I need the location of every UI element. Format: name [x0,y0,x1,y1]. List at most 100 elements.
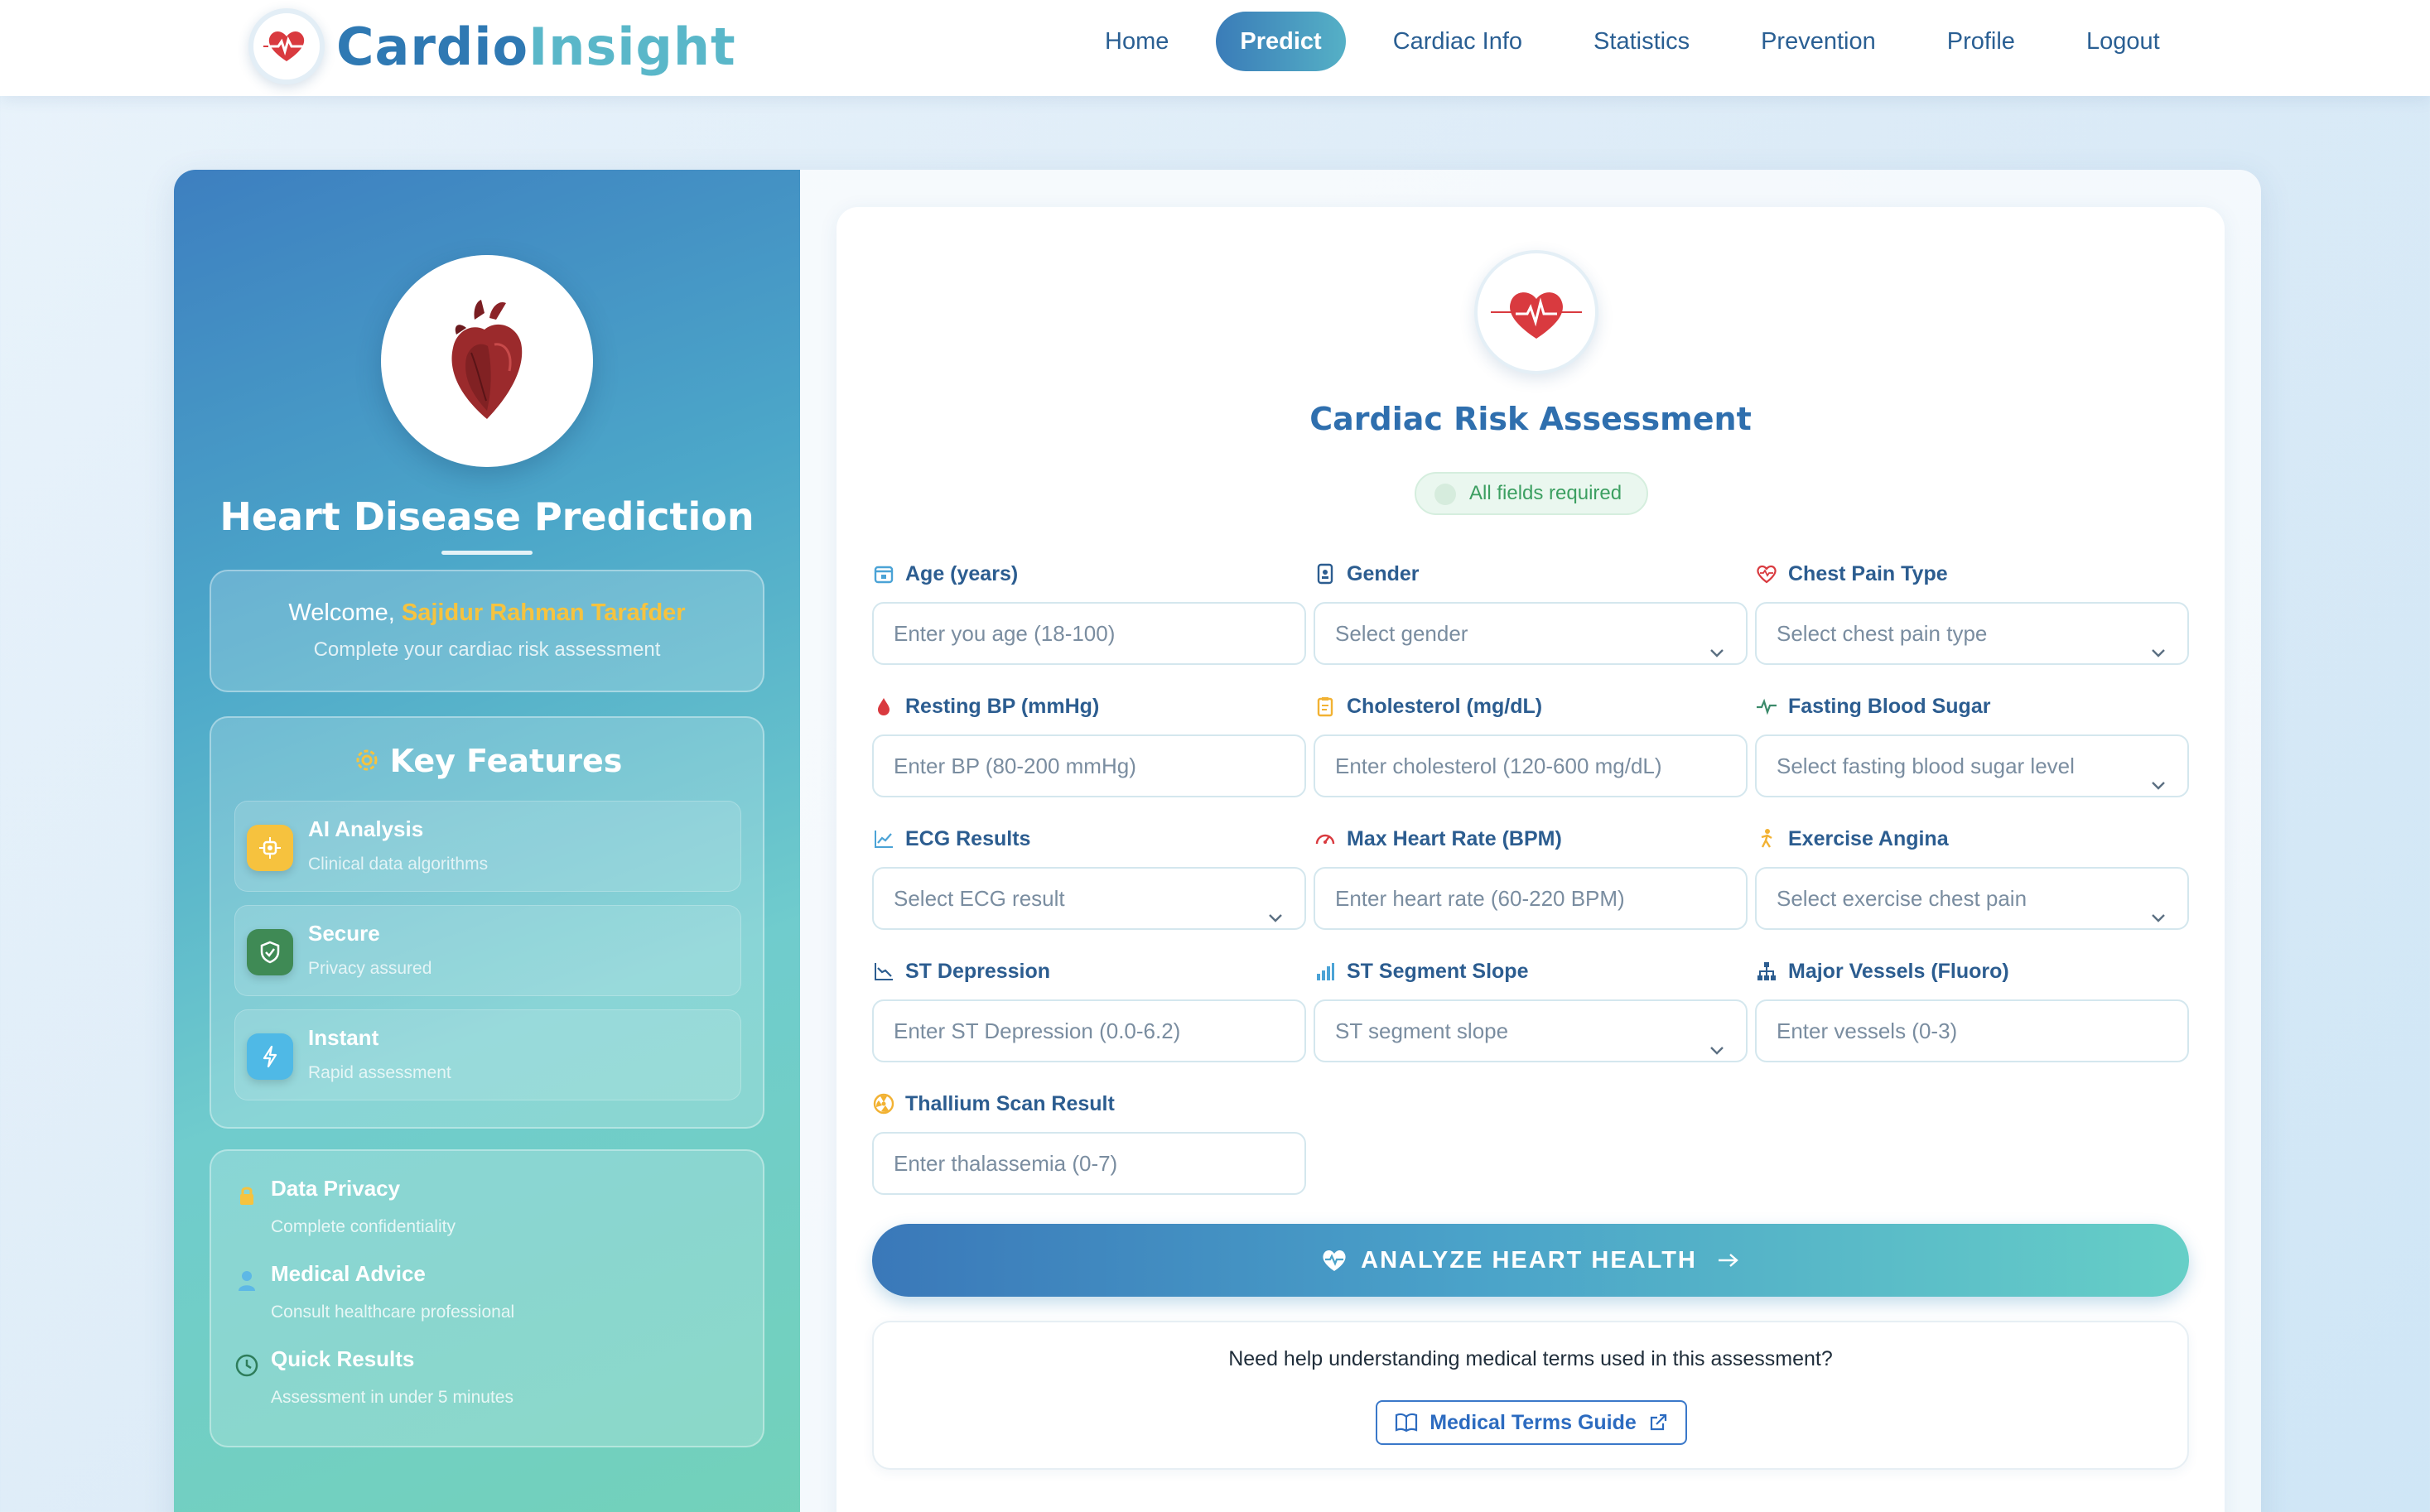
feature-subtitle: Clinical data algorithms [308,855,489,874]
pulse-line-icon [1755,695,1778,718]
field-major-vessels: Major Vessels (Fluoro) Enter vessels (0-… [1755,955,2189,1062]
welcome-line: Welcome, Sajidur Rahman Tarafder [211,600,763,627]
help-box: Need help understanding medical terms us… [872,1321,2189,1470]
nav-home[interactable]: Home [1081,12,1193,71]
chest-pain-select[interactable]: Select chest pain type [1755,602,2189,665]
sidebar-panel: Heart Disease Prediction Welcome, Sajidu… [174,170,800,1512]
feature-title: Secure [308,921,380,946]
field-label: Age (years) [905,561,1019,585]
heart-pulse-icon [1755,562,1778,585]
main-card: Heart Disease Prediction Welcome, Sajidu… [174,170,2261,1512]
nav-statistics[interactable]: Statistics [1569,12,1714,71]
external-link-icon [1648,1413,1668,1433]
cholesterol-input[interactable]: Enter cholesterol (120-600 mg/dL) [1314,734,1748,797]
field-label: ECG Results [905,826,1031,850]
chevron-down-icon [1266,890,1285,928]
title-underline [441,551,533,555]
feature-secure: Secure Privacy assured [234,905,741,996]
book-icon [1395,1413,1418,1433]
field-st-slope: ST Segment Slope ST segment slope [1314,955,1748,1062]
field-fasting-blood-sugar: Fasting Blood Sugar Select fasting blood… [1755,690,2189,797]
nav-cardiac-info[interactable]: Cardiac Info [1369,12,1546,71]
sidebar-title: Heart Disease Prediction [219,494,755,539]
form-title: Cardiac Risk Assessment [1309,401,1752,437]
feature-ai-analysis: AI Analysis Clinical data algorithms [234,801,741,892]
field-max-heart-rate: Max Heart Rate (BPM) Enter heart rate (6… [1314,822,1748,930]
field-cholesterol: Cholesterol (mg/dL) Enter cholesterol (1… [1314,690,1748,797]
field-label: Major Vessels (Fluoro) [1788,959,2009,983]
field-age: Age (years) Enter you age (18-100) [872,557,1306,665]
brand[interactable]: CardioInsight [248,5,736,88]
arrow-right-icon [1717,1251,1740,1269]
field-label: Fasting Blood Sugar [1788,694,1991,718]
welcome-subtitle: Complete your cardiac risk assessment [313,638,661,661]
help-text: Need help understanding medical terms us… [1228,1347,1833,1370]
gender-select[interactable]: Select gender [1314,602,1748,665]
nav-profile[interactable]: Profile [1923,12,2039,71]
field-gender: Gender Select gender [1314,557,1748,665]
welcome-prefix: Welcome, [288,600,395,626]
key-features-card: Key Features AI Analysis Clinical data a… [210,716,764,1129]
doctor-icon [234,1268,259,1293]
field-resting-bp: Resting BP (mmHg) Enter BP (80-200 mmHg) [872,690,1306,797]
nav-links: Home Predict Cardiac Info Statistics Pre… [1081,12,2207,71]
fasting-blood-sugar-select[interactable]: Select fasting blood sugar level [1755,734,2189,797]
field-label: Resting BP (mmHg) [905,694,1100,718]
welcome-card: Welcome, Sajidur Rahman Tarafder Complet… [210,570,764,692]
key-features-heading: Key Features [211,743,763,782]
field-chest-pain: Chest Pain Type Select chest pain type [1755,557,2189,665]
thallium-input[interactable]: Enter thalassemia (0-7) [872,1132,1306,1195]
feature-title: Instant [308,1025,379,1050]
field-label: Thallium Scan Result [905,1091,1115,1115]
nav-logout[interactable]: Logout [2062,12,2184,71]
field-thallium: Thallium Scan Result Enter thalassemia (… [872,1087,1306,1195]
running-icon [1755,827,1778,850]
st-slope-select[interactable]: ST segment slope [1314,999,1748,1062]
field-label: Gender [1347,561,1420,585]
required-badge: All fields required [1415,472,1648,515]
field-st-depression: ST Depression Enter ST Depression (0.0-6… [872,955,1306,1062]
nav-predict[interactable]: Predict [1216,12,1346,71]
anatomical-heart-image [381,255,593,467]
field-label: Chest Pain Type [1788,561,1948,585]
field-label: ST Segment Slope [1347,959,1529,983]
field-label: ST Depression [905,959,1051,983]
bar-chart-icon [1314,960,1337,983]
chart-line-icon [872,827,895,850]
status-dot-icon [1434,484,1456,505]
gauge-icon [1314,827,1337,850]
heart-pulse-icon [248,8,325,84]
chevron-down-icon [2149,758,2167,796]
clock-icon [234,1353,259,1378]
gear-icon [352,745,382,782]
ecg-select[interactable]: Select ECG result [872,867,1306,930]
heart-pulse-icon [1321,1248,1348,1273]
resting-bp-input[interactable]: Enter BP (80-200 mmHg) [872,734,1306,797]
exercise-angina-select[interactable]: Select exercise chest pain [1755,867,2189,930]
major-vessels-input[interactable]: Enter vessels (0-3) [1755,999,2189,1062]
max-heart-rate-input[interactable]: Enter heart rate (60-220 BPM) [1314,867,1748,930]
field-label: Cholesterol (mg/dL) [1347,694,1543,718]
chevron-down-icon [2149,890,2167,928]
field-exercise-angina: Exercise Angina Select exercise chest pa… [1755,822,2189,930]
welcome-username: Sajidur Rahman Tarafder [401,600,686,626]
clipboard-icon [1314,695,1337,718]
shield-icon [247,929,293,975]
assessment-form-card: Cardiac Risk Assessment All fields requi… [837,207,2225,1512]
field-label: Exercise Angina [1788,826,1949,850]
analyze-heart-health-button[interactable]: ANALYZE HEART HEALTH [872,1224,2189,1297]
st-depression-input[interactable]: Enter ST Depression (0.0-6.2) [872,999,1306,1062]
field-label: Max Heart Rate (BPM) [1347,826,1562,850]
medical-terms-guide-link[interactable]: Medical Terms Guide [1376,1400,1687,1445]
feature-subtitle: Rapid assessment [308,1063,451,1082]
feature-instant: Instant Rapid assessment [234,1009,741,1100]
age-input[interactable]: Enter you age (18-100) [872,602,1306,665]
nav-prevention[interactable]: Prevention [1737,12,1900,71]
chevron-down-icon [1708,1023,1726,1061]
top-navbar: CardioInsight Home Predict Cardiac Info … [0,0,2430,96]
chevron-down-icon [2149,625,2167,663]
radiation-icon [872,1092,895,1115]
blood-drop-icon [872,695,895,718]
sitemap-icon [1755,960,1778,983]
info-card: Data Privacy Complete confidentiality Me… [210,1149,764,1447]
